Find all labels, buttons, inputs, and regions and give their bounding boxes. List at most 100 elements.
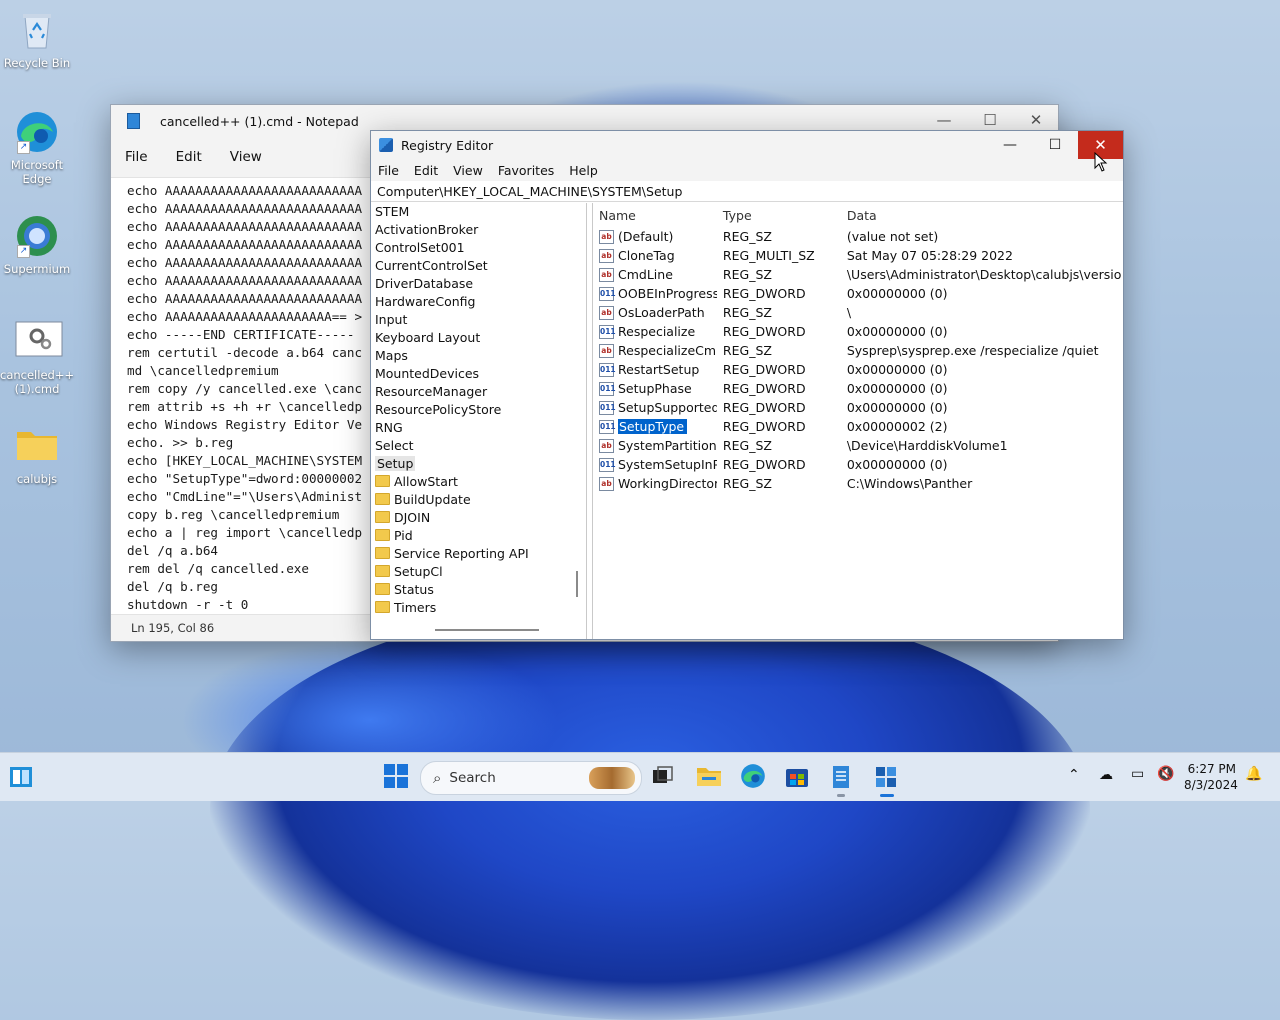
- tree-item[interactable]: Maps: [371, 347, 586, 365]
- value-name: RestartSetup: [618, 362, 700, 377]
- tree-item[interactable]: STEM: [371, 203, 586, 221]
- tree-item[interactable]: Setup: [371, 455, 586, 473]
- tree-item[interactable]: ResourceManager: [371, 383, 586, 401]
- regedit-taskbar-icon[interactable]: [872, 763, 900, 797]
- tree-item-label: CurrentControlSet: [375, 258, 488, 273]
- tree-item-label: Service Reporting API: [394, 546, 529, 561]
- menu-view[interactable]: View: [453, 163, 483, 178]
- network-icon[interactable]: ▭: [1131, 766, 1144, 782]
- key-tree[interactable]: STEM ActivationBroker ControlSet001 Current…: [371, 203, 587, 639]
- value-row[interactable]: ab CloneTag REG_MULTI_SZ Sat May 07 05:28:2…: [593, 246, 1122, 265]
- notepad-taskbar-icon[interactable]: [828, 763, 856, 797]
- minimize-icon[interactable]: —: [987, 131, 1033, 159]
- task-view-icon[interactable]: [650, 763, 678, 791]
- menu-file[interactable]: File: [378, 163, 399, 178]
- value-row[interactable]: 011 SetupType REG_DWORD 0x00000002 (2): [593, 417, 1122, 436]
- volume-icon[interactable]: 🔇: [1157, 766, 1174, 782]
- value-name: WorkingDirectory: [618, 476, 717, 491]
- desktop-icon-label: cancelled++ (1).cmd: [0, 368, 75, 396]
- value-name: SystemSetupInP...: [618, 457, 717, 472]
- desktop-icon-recycle-bin[interactable]: Recycle Bin: [0, 8, 74, 70]
- value-row[interactable]: 011 SetupSupported REG_DWORD 0x00000000 (0): [593, 398, 1122, 417]
- value-row[interactable]: ab RespecializeCm... REG_SZ Sysprep\sysprep…: [593, 341, 1122, 360]
- binary-value-icon: 011: [599, 419, 616, 434]
- tree-item[interactable]: RNG: [371, 419, 586, 437]
- tree-item[interactable]: Status: [371, 581, 586, 599]
- taskbar-search-box[interactable]: ⌕ Search: [420, 761, 642, 795]
- menu-view[interactable]: View: [230, 149, 262, 165]
- tree-item[interactable]: CurrentControlSet: [371, 257, 586, 275]
- tree-item-label: ResourceManager: [375, 384, 488, 399]
- file-explorer-icon[interactable]: [695, 763, 723, 791]
- value-data: \Users\Administrator\Desktop\calubjs\ver…: [846, 267, 1122, 282]
- tree-item[interactable]: ActivationBroker: [371, 221, 586, 239]
- value-row[interactable]: ab CmdLine REG_SZ \Users\Administrator\Desk…: [593, 265, 1122, 284]
- menu-help[interactable]: Help: [569, 163, 598, 178]
- tree-item[interactable]: AllowStart: [371, 473, 586, 491]
- value-data: (value not set): [846, 229, 939, 244]
- tree-item[interactable]: BuildUpdate: [371, 491, 586, 509]
- tree-item[interactable]: Pid: [371, 527, 586, 545]
- menu-edit[interactable]: Edit: [414, 163, 438, 178]
- tree-item[interactable]: MountedDevices: [371, 365, 586, 383]
- value-row[interactable]: 011SystemSetupInP... REG_DWORD 0x00000000 …: [593, 455, 1122, 474]
- chevron-up-icon[interactable]: ⌃: [1068, 767, 1080, 783]
- tree-item[interactable]: Input: [371, 311, 586, 329]
- gear-file-icon: [15, 320, 63, 364]
- tree-item-label: Keyboard Layout: [375, 330, 481, 345]
- store-icon[interactable]: [784, 763, 812, 791]
- value-type: REG_DWORD: [722, 324, 806, 339]
- tree-item[interactable]: SetupCl: [371, 563, 586, 581]
- value-row[interactable]: 011 Respecialize REG_DWORD 0x00000000 (0): [593, 322, 1122, 341]
- tree-item[interactable]: ControlSet001: [371, 239, 586, 257]
- tree-item[interactable]: Select: [371, 437, 586, 455]
- tree-item[interactable]: Timers: [371, 599, 586, 617]
- desktop-icon-edge[interactable]: ↗ Microsoft Edge: [0, 110, 74, 186]
- maximize-icon[interactable]: ☐: [1032, 131, 1078, 159]
- value-row[interactable]: 011 SetupPhase REG_DWORD 0x00000000 (0): [593, 379, 1122, 398]
- tree-item[interactable]: Service Reporting API: [371, 545, 586, 563]
- tree-item[interactable]: DJOIN: [371, 509, 586, 527]
- column-header-type[interactable]: Type: [717, 208, 841, 223]
- menu-favorites[interactable]: Favorites: [498, 163, 554, 178]
- tree-item[interactable]: HardwareConfig: [371, 293, 586, 311]
- onedrive-icon[interactable]: ☁: [1099, 767, 1113, 783]
- value-row[interactable]: ab OsLoaderPath REG_SZ \: [593, 303, 1122, 322]
- value-data: C:\Windows\Panther: [846, 476, 973, 491]
- menu-edit[interactable]: Edit: [176, 149, 202, 165]
- edge-taskbar-icon[interactable]: [740, 763, 768, 791]
- tree-horizontal-scrollbar[interactable]: [435, 629, 539, 631]
- value-data: 0x00000000 (0): [846, 286, 948, 301]
- value-row[interactable]: ab SystemPartition REG_SZ \Device\HarddiskV…: [593, 436, 1122, 455]
- text-line: echo AAAAAAAAAAAAAAAAAAAAAAAAAA: [127, 219, 363, 234]
- tree-item[interactable]: ResourcePolicyStore: [371, 401, 586, 419]
- clock[interactable]: 6:27 PM 8/3/2024: [1184, 761, 1238, 793]
- address-bar[interactable]: Computer\HKEY_LOCAL_MACHINE\SYSTEM\Setup: [371, 181, 1123, 202]
- binary-value-icon: 011: [599, 457, 616, 472]
- value-name-cell: 011 SetupType: [593, 419, 717, 434]
- widgets-icon[interactable]: [8, 765, 34, 789]
- tree-item-label: Timers: [394, 600, 437, 615]
- tree-item[interactable]: Keyboard Layout: [371, 329, 586, 347]
- column-header-name[interactable]: Name: [593, 208, 717, 223]
- value-type: REG_SZ: [722, 476, 772, 491]
- registry-editor-window[interactable]: Registry Editor — ☐ ✕ File Edit View Fav…: [370, 130, 1124, 640]
- column-header-data[interactable]: Data: [841, 208, 1122, 223]
- values-list[interactable]: Name Type Data ab (Default) REG_SZ (value n…: [592, 203, 1122, 639]
- menu-file[interactable]: File: [125, 149, 148, 165]
- start-windows-icon[interactable]: [383, 763, 411, 791]
- value-name-cell: 011 OOBEInProgress: [593, 286, 717, 301]
- value-row[interactable]: ab WorkingDirectory REG_SZ C:\Windows\Panth…: [593, 474, 1122, 493]
- value-row[interactable]: 011 RestartSetup REG_DWORD 0x00000000 (0): [593, 360, 1122, 379]
- tree-item[interactable]: DriverDatabase: [371, 275, 586, 293]
- desktop-icon-calubjs[interactable]: calubjs: [0, 424, 74, 486]
- notification-bell-icon[interactable]: 🔔: [1245, 766, 1262, 782]
- value-name-cell: ab OsLoaderPath: [593, 305, 717, 320]
- desktop-icon-supermium[interactable]: ↗ Supermium: [0, 214, 74, 276]
- desktop-icon-label: calubjs: [16, 472, 58, 486]
- tree-vertical-scrollbar[interactable]: [576, 571, 578, 597]
- notepad-app-icon: [127, 113, 140, 129]
- desktop-icon-cmd-file[interactable]: cancelled++ (1).cmd: [0, 320, 74, 396]
- value-row[interactable]: 011 OOBEInProgress REG_DWORD 0x00000000 (0): [593, 284, 1122, 303]
- value-row[interactable]: ab (Default) REG_SZ (value not set): [593, 227, 1122, 246]
